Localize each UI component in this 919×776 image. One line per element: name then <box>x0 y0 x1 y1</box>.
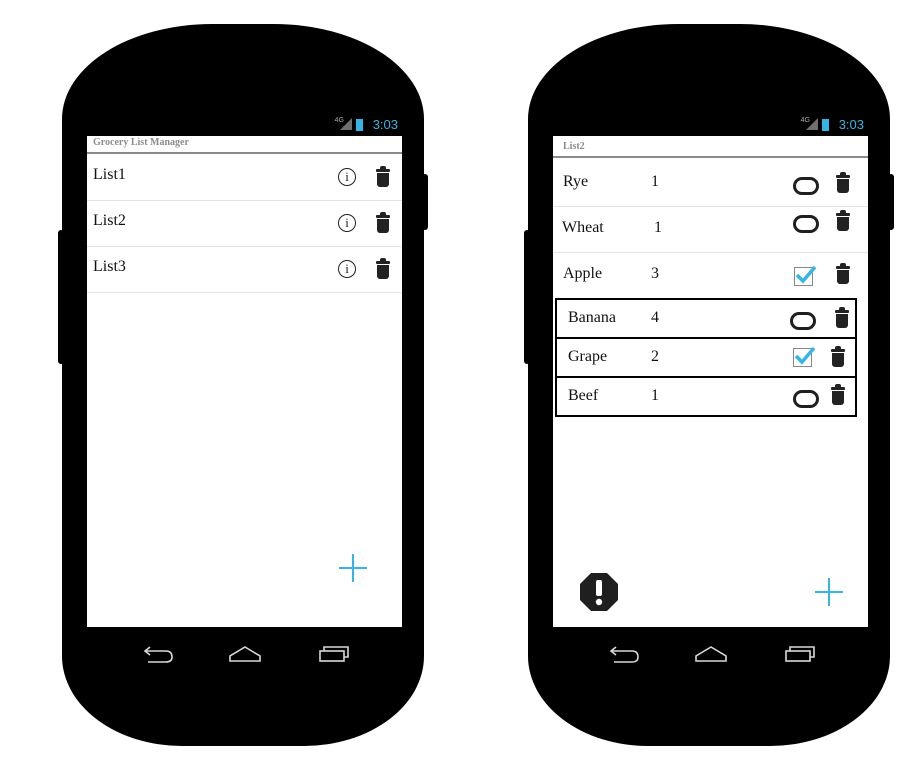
unchecked-toggle-icon[interactable] <box>790 312 816 330</box>
info-icon[interactable]: i <box>338 168 356 186</box>
navigation-bar <box>143 646 349 663</box>
battery-icon <box>356 119 363 131</box>
divider <box>87 292 402 293</box>
list-name: List3 <box>93 258 126 275</box>
item-quantity: 2 <box>651 348 659 365</box>
list-row[interactable]: List1 i <box>87 154 402 200</box>
item-quantity: 1 <box>651 387 659 404</box>
add-item-button[interactable] <box>815 578 843 606</box>
info-icon[interactable]: i <box>338 260 356 278</box>
screen: Grocery List Manager List1 i List2 i Lis… <box>87 136 402 627</box>
item-name: Apple <box>563 265 603 282</box>
app-title: Grocery List Manager <box>93 137 189 148</box>
list-name: List2 <box>93 212 126 229</box>
app-bar: List2 <box>553 140 868 158</box>
item-quantity: 1 <box>651 173 659 190</box>
signal-icon <box>806 118 818 130</box>
phone-frame-left: 4G 3:03 Grocery List Manager List1 i Lis… <box>58 24 428 746</box>
trash-icon[interactable] <box>376 258 390 279</box>
item-name: Grape <box>568 348 608 365</box>
item-name: Banana <box>568 309 616 326</box>
side-button <box>524 230 530 364</box>
status-bar: 4G 3:03 <box>553 116 868 136</box>
clock: 3:03 <box>372 117 398 132</box>
back-icon[interactable] <box>609 646 639 663</box>
item-quantity: 4 <box>651 309 659 326</box>
screen: List2 Rye 1 Wheat 1 Apple 3 Banana 4 Gra… <box>553 136 868 627</box>
list-item[interactable]: Apple 3 <box>553 252 868 298</box>
list-row[interactable]: List2 i <box>87 200 402 246</box>
trash-icon[interactable] <box>836 172 850 193</box>
signal-icon <box>340 118 352 130</box>
list-title: List2 <box>563 141 585 152</box>
trash-icon[interactable] <box>836 263 850 284</box>
alert-icon[interactable] <box>579 572 619 612</box>
recent-apps-icon[interactable] <box>319 646 349 662</box>
home-icon[interactable] <box>695 646 727 662</box>
checked-checkbox-icon[interactable] <box>793 346 816 367</box>
trash-icon[interactable] <box>376 166 390 187</box>
recent-apps-icon[interactable] <box>785 646 815 662</box>
trash-icon[interactable] <box>376 212 390 233</box>
list-item[interactable]: Beef 1 <box>555 376 857 417</box>
item-name: Beef <box>568 387 599 404</box>
back-icon[interactable] <box>143 646 173 663</box>
power-button <box>422 174 428 230</box>
item-quantity: 1 <box>654 219 662 236</box>
unchecked-toggle-icon[interactable] <box>793 177 819 195</box>
list-item[interactable]: Banana 4 <box>555 298 857 339</box>
list-item[interactable]: Rye 1 <box>553 160 868 206</box>
info-icon[interactable]: i <box>338 214 356 232</box>
home-icon[interactable] <box>229 646 261 662</box>
power-button <box>888 174 894 230</box>
status-bar: 4G 3:03 <box>87 116 402 136</box>
list-item[interactable]: Wheat 1 <box>553 206 868 252</box>
app-bar: Grocery List Manager <box>87 136 402 154</box>
list-item[interactable]: Grape 2 <box>555 337 857 378</box>
navigation-bar <box>609 646 815 663</box>
item-name: Wheat <box>562 219 604 236</box>
list-row[interactable]: List3 i <box>87 246 402 292</box>
checked-checkbox-icon[interactable] <box>794 265 817 286</box>
item-quantity: 3 <box>651 265 659 282</box>
list-name: List1 <box>93 166 126 183</box>
trash-icon[interactable] <box>831 346 845 367</box>
clock: 3:03 <box>838 117 864 132</box>
trash-icon[interactable] <box>831 384 845 405</box>
trash-icon[interactable] <box>835 307 849 328</box>
side-button <box>58 230 64 364</box>
trash-icon[interactable] <box>836 210 850 231</box>
phone-frame-right: 4G 3:03 List2 Rye 1 Wheat 1 Apple 3 Bana… <box>524 24 894 746</box>
add-list-button[interactable] <box>339 554 367 582</box>
item-name: Rye <box>563 173 589 190</box>
battery-icon <box>822 119 829 131</box>
unchecked-toggle-icon[interactable] <box>793 215 819 233</box>
unchecked-toggle-icon[interactable] <box>793 390 819 408</box>
